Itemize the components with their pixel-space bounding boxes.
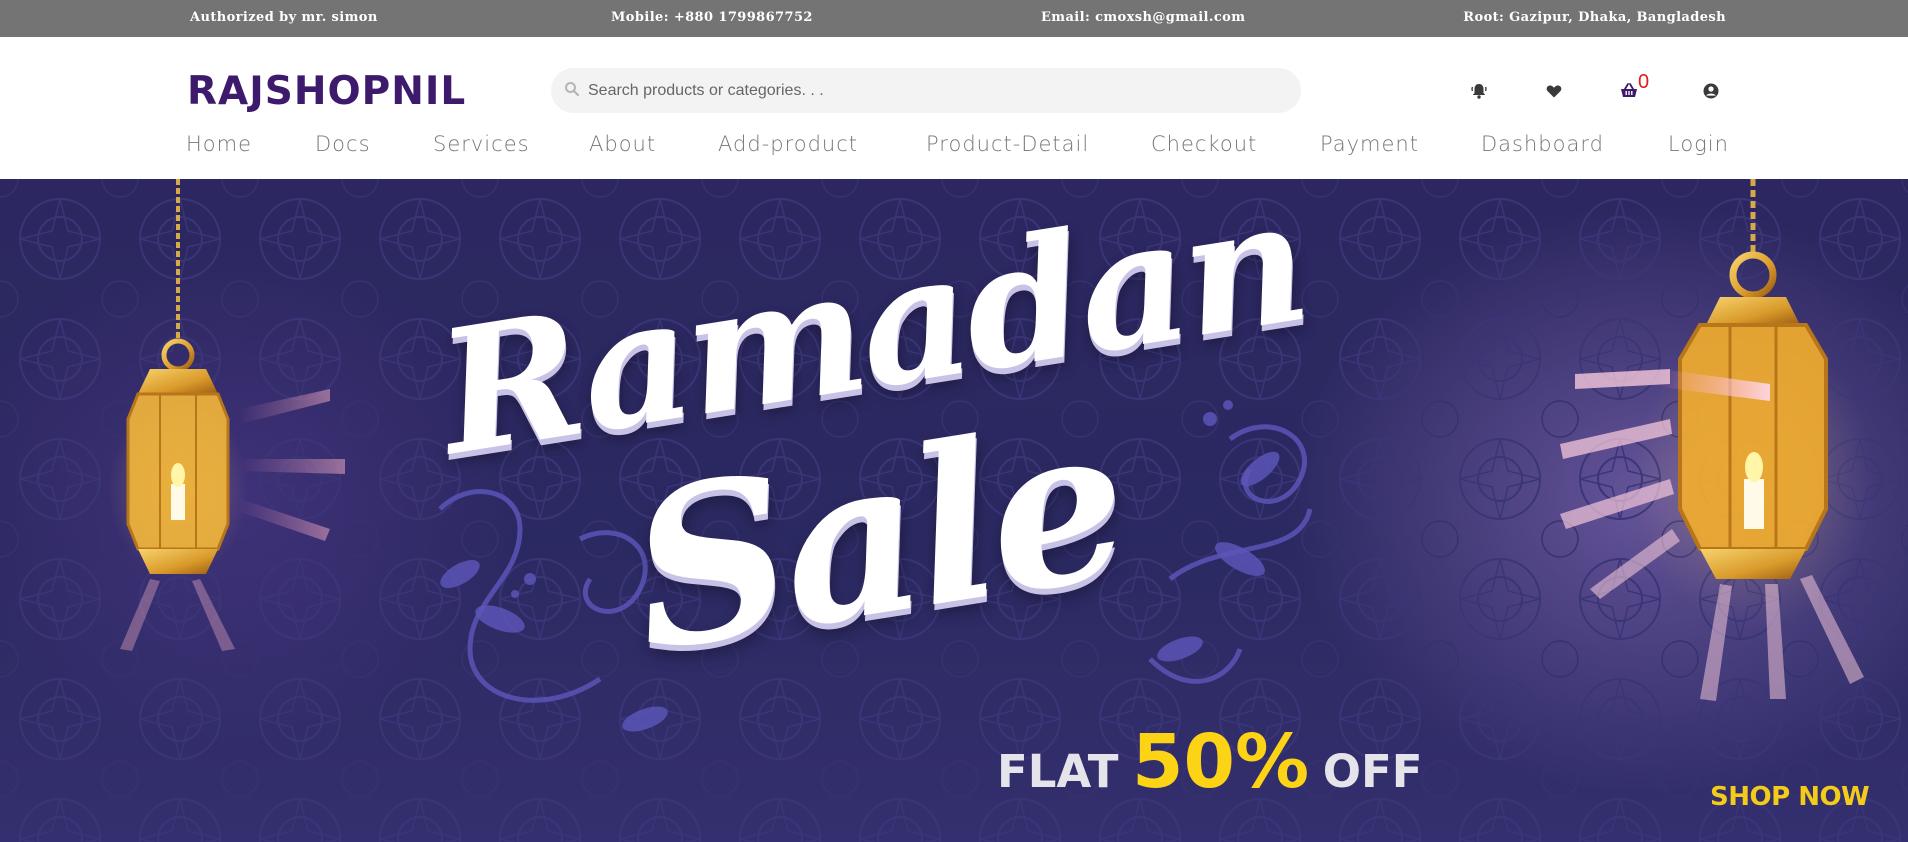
- nav-dashboard[interactable]: Dashboard: [1481, 132, 1604, 156]
- search-icon: [564, 81, 580, 102]
- user-icon[interactable]: [1701, 81, 1721, 101]
- cart-count-badge: 0: [1638, 71, 1650, 93]
- nav-docs[interactable]: Docs: [315, 132, 371, 156]
- hero-banner[interactable]: Ramadan Sale FLAT 50% OFF SHOP NOW: [0, 179, 1908, 842]
- heart-icon[interactable]: [1544, 81, 1564, 101]
- offer-text: FLAT 50% OFF: [997, 719, 1422, 805]
- location-text: Root: Gazipur, Dhaka, Bangladesh: [1463, 10, 1726, 25]
- cart-icon[interactable]: [1619, 81, 1639, 101]
- nav-services[interactable]: Services: [433, 132, 530, 156]
- nav-product-detail[interactable]: Product-Detail: [926, 132, 1089, 156]
- top-info-bar: Authorized by mr. simon Mobile: +880 179…: [0, 0, 1908, 37]
- nav-checkout[interactable]: Checkout: [1151, 132, 1257, 156]
- shop-now-button[interactable]: SHOP NOW: [1710, 782, 1870, 812]
- search-input[interactable]: [588, 68, 1288, 113]
- mobile-text: Mobile: +880 1799867752: [611, 10, 813, 25]
- offer-suffix: OFF: [1322, 745, 1423, 798]
- offer-prefix: FLAT: [997, 745, 1119, 798]
- main-nav: Home Docs Services About Add-product Pro…: [0, 132, 1908, 172]
- nav-payment[interactable]: Payment: [1320, 132, 1419, 156]
- lantern-left: [108, 179, 345, 651]
- search-bar[interactable]: [551, 68, 1301, 113]
- lantern-right: [1560, 179, 1873, 701]
- nav-about[interactable]: About: [589, 132, 656, 156]
- nav-home[interactable]: Home: [186, 132, 252, 156]
- bell-icon[interactable]: [1469, 81, 1489, 101]
- author-text: Authorized by mr. simon: [190, 10, 378, 25]
- offer-percent: 50%: [1132, 719, 1310, 805]
- site-logo[interactable]: RAJSHOPNIL: [187, 69, 466, 114]
- nav-add-product[interactable]: Add-product: [718, 132, 858, 156]
- email-text: Email: cmoxsh@gmail.com: [1041, 10, 1246, 25]
- site-header: RAJSHOPNIL 0: [0, 37, 1908, 179]
- nav-login[interactable]: Login: [1668, 132, 1729, 156]
